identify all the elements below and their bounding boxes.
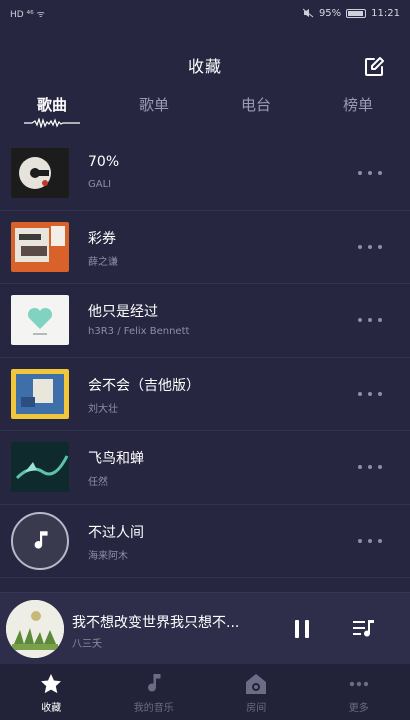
song-row[interactable]: 会不会（吉他版） 刘大壮 (0, 358, 410, 431)
song-artist: 海来阿木 (88, 550, 128, 562)
nav-label: 更多 (348, 703, 369, 714)
tab-label: 歌单 (138, 96, 169, 114)
tab-label: 歌曲 (36, 96, 67, 114)
player-title: 我不想改变世界我只想不... (72, 615, 240, 631)
song-title: 飞鸟和蝉 (88, 451, 144, 467)
music-note-icon (147, 674, 161, 692)
more-icon (349, 681, 368, 687)
more-options-icon[interactable] (358, 310, 382, 330)
status-left: HD ⁴⁶ ᯤ (10, 7, 45, 20)
tab-label: 电台 (240, 96, 271, 114)
song-title: 彩券 (88, 230, 116, 247)
clock: 11:21 (371, 7, 400, 19)
song-artist: h3R3 / Felix Bennett (88, 326, 190, 337)
album-cover (11, 368, 69, 419)
song-title: 会不会（吉他版） (88, 377, 200, 394)
header: 收藏 (0, 50, 410, 84)
album-cover (11, 295, 69, 345)
song-row[interactable]: 彩券 薛之谦 (0, 211, 410, 284)
pause-icon[interactable] (290, 617, 314, 641)
song-artist: 刘大壮 (88, 403, 118, 415)
nav-label: 我的音乐 (133, 703, 174, 714)
battery-icon (346, 8, 367, 18)
room-icon (246, 674, 267, 694)
playlist-icon[interactable] (350, 615, 378, 643)
album-cover (11, 148, 69, 198)
song-title: 不过人间 (88, 524, 144, 541)
player-album-cover (6, 600, 64, 658)
star-icon (41, 674, 62, 694)
waveform-icon (24, 118, 80, 128)
song-row[interactable]: 飞鸟和蝉 任然 (0, 431, 410, 505)
bottom-nav: 收藏 我的音乐 房间 更多 (0, 664, 410, 720)
song-artist: GALI (88, 179, 112, 190)
tab-bar: 歌曲 歌单 电台 榜单 (0, 92, 410, 132)
song-title: 他只是经过 (88, 304, 158, 320)
tab-label: 榜单 (342, 96, 373, 114)
nav-more[interactable]: 更多 (308, 664, 410, 720)
song-row[interactable]: 70% GALI (0, 137, 410, 211)
nav-label: 房间 (246, 703, 267, 714)
song-artist: 任然 (88, 477, 108, 488)
nav-room[interactable]: 房间 (205, 664, 308, 720)
page-title: 收藏 (187, 57, 222, 76)
tab-playlists[interactable]: 歌单 (114, 92, 194, 132)
song-row[interactable]: 不过人间 海来阿木 (0, 505, 410, 578)
song-row[interactable]: 他只是经过 h3R3 / Felix Bennett (0, 284, 410, 358)
song-artist: 薛之谦 (88, 256, 118, 268)
more-options-icon[interactable] (358, 237, 382, 257)
song-title: 70% (88, 154, 120, 170)
album-cover (11, 221, 69, 272)
player-artist: 八三夭 (72, 639, 102, 650)
more-options-icon[interactable] (358, 163, 382, 183)
status-bar: HD ⁴⁶ ᯤ 95% 11:21 (0, 0, 410, 26)
tab-radio[interactable]: 电台 (216, 92, 296, 132)
song-list: 70% GALI 彩券 薛之谦 他只是经过 h3R3 / Felix Benne… (0, 137, 410, 578)
edit-icon[interactable] (362, 55, 386, 79)
nav-label: 收藏 (41, 703, 62, 714)
nav-favorites[interactable]: 收藏 (0, 664, 103, 720)
signal-icons: HD ⁴⁶ ᯤ (10, 9, 45, 20)
tab-songs[interactable]: 歌曲 (12, 92, 92, 132)
battery-percent: 95% (318, 7, 342, 19)
status-right: 95% 11:21 (302, 8, 400, 19)
music-note-icon (11, 511, 69, 570)
album-cover (11, 442, 69, 492)
more-options-icon[interactable] (358, 457, 382, 477)
tab-charts[interactable]: 榜单 (318, 92, 398, 132)
mute-icon (302, 8, 314, 18)
more-options-icon[interactable] (358, 384, 382, 404)
more-options-icon[interactable] (358, 531, 382, 551)
mini-player[interactable]: 我不想改变世界我只想不... 八三夭 (0, 592, 410, 664)
nav-my-music[interactable]: 我的音乐 (103, 664, 206, 720)
